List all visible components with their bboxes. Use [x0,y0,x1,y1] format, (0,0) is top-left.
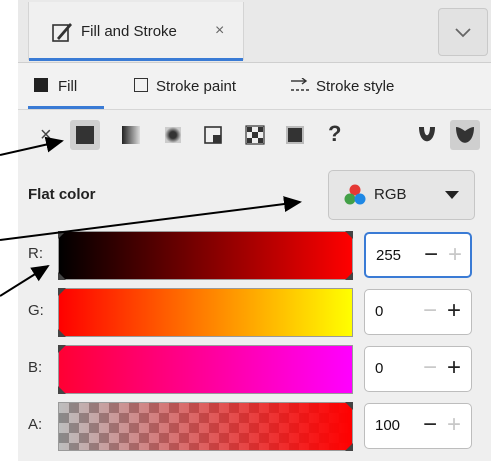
flat-color-button[interactable] [70,120,100,150]
stroke-style-icon [291,78,309,91]
stroke-square-icon [134,78,148,92]
slider-handle-icon[interactable] [345,272,353,280]
channel-label-r: R: [28,245,43,262]
fill-rule-evenodd-icon [419,127,435,142]
green-value[interactable]: 0 [375,303,383,320]
tab-fill-label: Fill [58,78,78,95]
green-spinbutton[interactable]: 0 − + [364,289,472,335]
flat-color-icon [76,126,94,144]
red-spinbutton[interactable]: 255 − + [364,232,472,278]
fill-stroke-panel: Fill and Stroke × Fill Stroke paint Stro… [18,0,491,461]
mesh-gradient-icon [204,126,222,144]
slider-handle-icon[interactable] [58,386,66,394]
fill-stroke-subtabs: Fill Stroke paint Stroke style [18,63,491,110]
linear-gradient-icon [122,126,140,144]
dialog-menu-button[interactable] [438,8,488,56]
slider-handle-icon [58,231,66,239]
dialog-tab-bar: Fill and Stroke × [18,0,491,63]
fill-and-stroke-tab[interactable]: Fill and Stroke × [28,2,244,61]
color-mode-dropdown[interactable]: RGB [328,170,475,220]
unset-paint-button[interactable]: ? [320,120,350,150]
mesh-gradient-button[interactable] [198,120,228,150]
increment-icon[interactable]: + [447,297,461,325]
decrement-icon[interactable]: − [424,241,438,269]
fill-rule-nonzero-button[interactable] [450,120,480,150]
tab-stroke-style-label: Stroke style [316,78,395,95]
tab-stroke-paint[interactable]: Stroke paint [128,63,268,109]
slider-handle-icon[interactable] [58,288,66,296]
tab-title: Fill and Stroke [81,23,177,40]
chevron-down-icon [455,28,471,38]
slider-handle-icon[interactable] [345,443,353,451]
blue-spinbutton[interactable]: 0 − + [364,346,472,392]
pattern-icon [245,125,265,145]
red-slider[interactable] [58,231,353,280]
flat-color-label: Flat color [28,186,96,203]
swatch-icon [286,126,304,144]
slider-handle-icon[interactable] [58,345,66,353]
channel-row-b: B: 0 − + [18,341,491,399]
active-subtab-indicator [28,106,104,109]
swatch-button[interactable] [280,120,310,150]
channel-row-r: R: 255 − + [18,227,491,285]
channel-label-b: B: [28,359,43,376]
alpha-spinbutton[interactable]: 100 − + [364,403,472,449]
fill-rule-nonzero-icon [456,127,474,143]
pattern-button[interactable] [240,120,270,150]
dropdown-arrow-icon [445,191,459,199]
paint-type-toolbar: × ? [18,110,491,160]
tab-fill[interactable]: Fill [28,63,104,109]
close-icon[interactable]: × [215,22,224,40]
channel-row-g: G: 0 − + [18,284,491,342]
unset-icon: ? [328,121,342,146]
decrement-icon[interactable]: − [423,411,437,439]
channel-row-a: A: 100 − + [18,398,491,456]
rgb-color-icon [344,184,366,205]
slider-handle-icon [58,272,66,280]
alpha-slider[interactable] [58,402,353,451]
tab-stroke-paint-label: Stroke paint [156,78,237,95]
color-mode-label: RGB [374,186,407,203]
red-value[interactable]: 255 [376,247,401,264]
alpha-value[interactable]: 100 [375,417,400,434]
blue-value[interactable]: 0 [375,360,383,377]
blue-slider[interactable] [58,345,353,394]
increment-icon[interactable]: + [447,411,461,439]
slider-handle-icon[interactable] [58,329,66,337]
channel-label-g: G: [28,302,44,319]
slider-handle-icon[interactable] [345,402,353,410]
active-tab-indicator [29,58,243,61]
fill-rule-evenodd-button[interactable] [412,120,442,150]
radial-gradient-button[interactable] [158,120,188,150]
channel-label-a: A: [28,416,43,433]
fill-square-icon [34,78,48,92]
tab-stroke-style[interactable]: Stroke style [286,63,436,109]
increment-icon[interactable]: + [447,354,461,382]
radial-gradient-icon [165,127,181,143]
increment-icon[interactable]: + [448,241,462,269]
fill-stroke-icon [52,23,72,42]
decrement-icon[interactable]: − [423,354,437,382]
green-slider[interactable] [58,288,353,337]
decrement-icon[interactable]: − [423,297,437,325]
slider-handle-icon[interactable] [345,231,353,239]
no-paint-icon[interactable]: × [40,124,52,147]
linear-gradient-button[interactable] [116,120,146,150]
